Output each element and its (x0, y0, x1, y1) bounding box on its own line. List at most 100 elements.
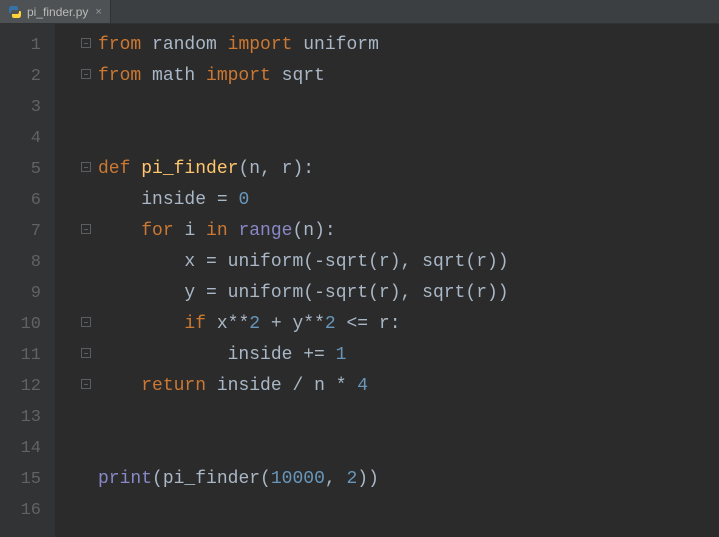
fold-row (55, 154, 93, 185)
code-line[interactable] (93, 123, 719, 154)
code-line[interactable]: return inside / n * 4 (93, 371, 719, 402)
fold-toggle-icon[interactable] (81, 162, 91, 172)
token: 1 (336, 345, 347, 365)
token: pi_finder (163, 469, 260, 489)
token: y (292, 314, 303, 334)
code-line[interactable] (93, 433, 719, 464)
token: / (292, 376, 314, 396)
line-number: 10 (0, 309, 55, 340)
token: ** (303, 314, 325, 334)
line-number: 1 (0, 30, 55, 61)
code-line[interactable] (93, 495, 719, 526)
token: 4 (357, 376, 368, 396)
fold-row (55, 278, 93, 309)
tab-filename: pi_finder.py (27, 5, 88, 19)
token: inside (141, 190, 217, 210)
token: ( (238, 159, 249, 179)
token: 0 (238, 190, 249, 210)
token: uniform (228, 252, 304, 272)
token: ) (314, 221, 325, 241)
fold-toggle-icon[interactable] (81, 69, 91, 79)
token: r (379, 314, 390, 334)
line-number: 6 (0, 185, 55, 216)
token: <= (336, 314, 379, 334)
tab-bar: pi_finder.py × (0, 0, 719, 24)
token: import (206, 66, 271, 86)
fold-row (55, 216, 93, 247)
code-line[interactable]: def pi_finder(n, r): (93, 154, 719, 185)
line-number-gutter: 12345678910111213141516 (0, 24, 55, 537)
token: n (249, 159, 260, 179)
token: ) (390, 252, 401, 272)
token: import (228, 35, 293, 55)
token (98, 190, 141, 210)
code-line[interactable]: for i in range(n): (93, 216, 719, 247)
line-number: 4 (0, 123, 55, 154)
code-line[interactable] (93, 92, 719, 123)
token: ( (465, 252, 476, 272)
token: return (141, 376, 217, 396)
close-icon[interactable]: × (95, 6, 101, 18)
token: x (217, 314, 228, 334)
fold-toggle-icon[interactable] (81, 38, 91, 48)
fold-row (55, 464, 93, 495)
line-number: 15 (0, 464, 55, 495)
code-line[interactable]: print(pi_finder(10000, 2)) (93, 464, 719, 495)
fold-row (55, 402, 93, 433)
fold-toggle-icon[interactable] (81, 379, 91, 389)
token: math (141, 66, 206, 86)
token: sqrt (325, 283, 368, 303)
token: = (206, 283, 228, 303)
token: , (401, 252, 423, 272)
token: in (206, 221, 238, 241)
fold-row (55, 92, 93, 123)
fold-column (55, 24, 93, 537)
file-tab[interactable]: pi_finder.py × (0, 0, 111, 23)
token: r (379, 283, 390, 303)
line-number: 7 (0, 216, 55, 247)
fold-toggle-icon[interactable] (81, 317, 91, 327)
line-number: 13 (0, 402, 55, 433)
token: ( (303, 252, 314, 272)
token: ( (368, 252, 379, 272)
token: : (303, 159, 314, 179)
code-line[interactable]: from random import uniform (93, 30, 719, 61)
token: n (303, 221, 314, 241)
token: : (325, 221, 336, 241)
token: random (141, 35, 227, 55)
token: ) (292, 159, 303, 179)
token: r (379, 252, 390, 272)
code-line[interactable]: inside += 1 (93, 340, 719, 371)
fold-row (55, 123, 93, 154)
token: r (282, 159, 293, 179)
fold-row (55, 30, 93, 61)
fold-toggle-icon[interactable] (81, 224, 91, 234)
fold-row (55, 340, 93, 371)
code-area[interactable]: from random import uniformfrom math impo… (93, 24, 719, 537)
token: )) (487, 252, 509, 272)
fold-row (55, 433, 93, 464)
code-line[interactable]: y = uniform(-sqrt(r), sqrt(r)) (93, 278, 719, 309)
token: uniform (228, 283, 304, 303)
token: sqrt (422, 283, 465, 303)
token: from (98, 35, 141, 55)
fold-toggle-icon[interactable] (81, 348, 91, 358)
token (98, 345, 228, 365)
token: n (314, 376, 336, 396)
line-number: 12 (0, 371, 55, 402)
line-number: 8 (0, 247, 55, 278)
token: 2 (346, 469, 357, 489)
token: ** (228, 314, 250, 334)
token: print (98, 469, 152, 489)
token: uniform (292, 35, 378, 55)
token (98, 221, 141, 241)
fold-row (55, 247, 93, 278)
code-editor[interactable]: 12345678910111213141516 from random impo… (0, 24, 719, 537)
code-line[interactable]: inside = 0 (93, 185, 719, 216)
code-line[interactable]: if x**2 + y**2 <= r: (93, 309, 719, 340)
code-line[interactable]: from math import sqrt (93, 61, 719, 92)
token: 10000 (271, 469, 325, 489)
code-line[interactable]: x = uniform(-sqrt(r), sqrt(r)) (93, 247, 719, 278)
code-line[interactable] (93, 402, 719, 433)
fold-row (55, 495, 93, 526)
